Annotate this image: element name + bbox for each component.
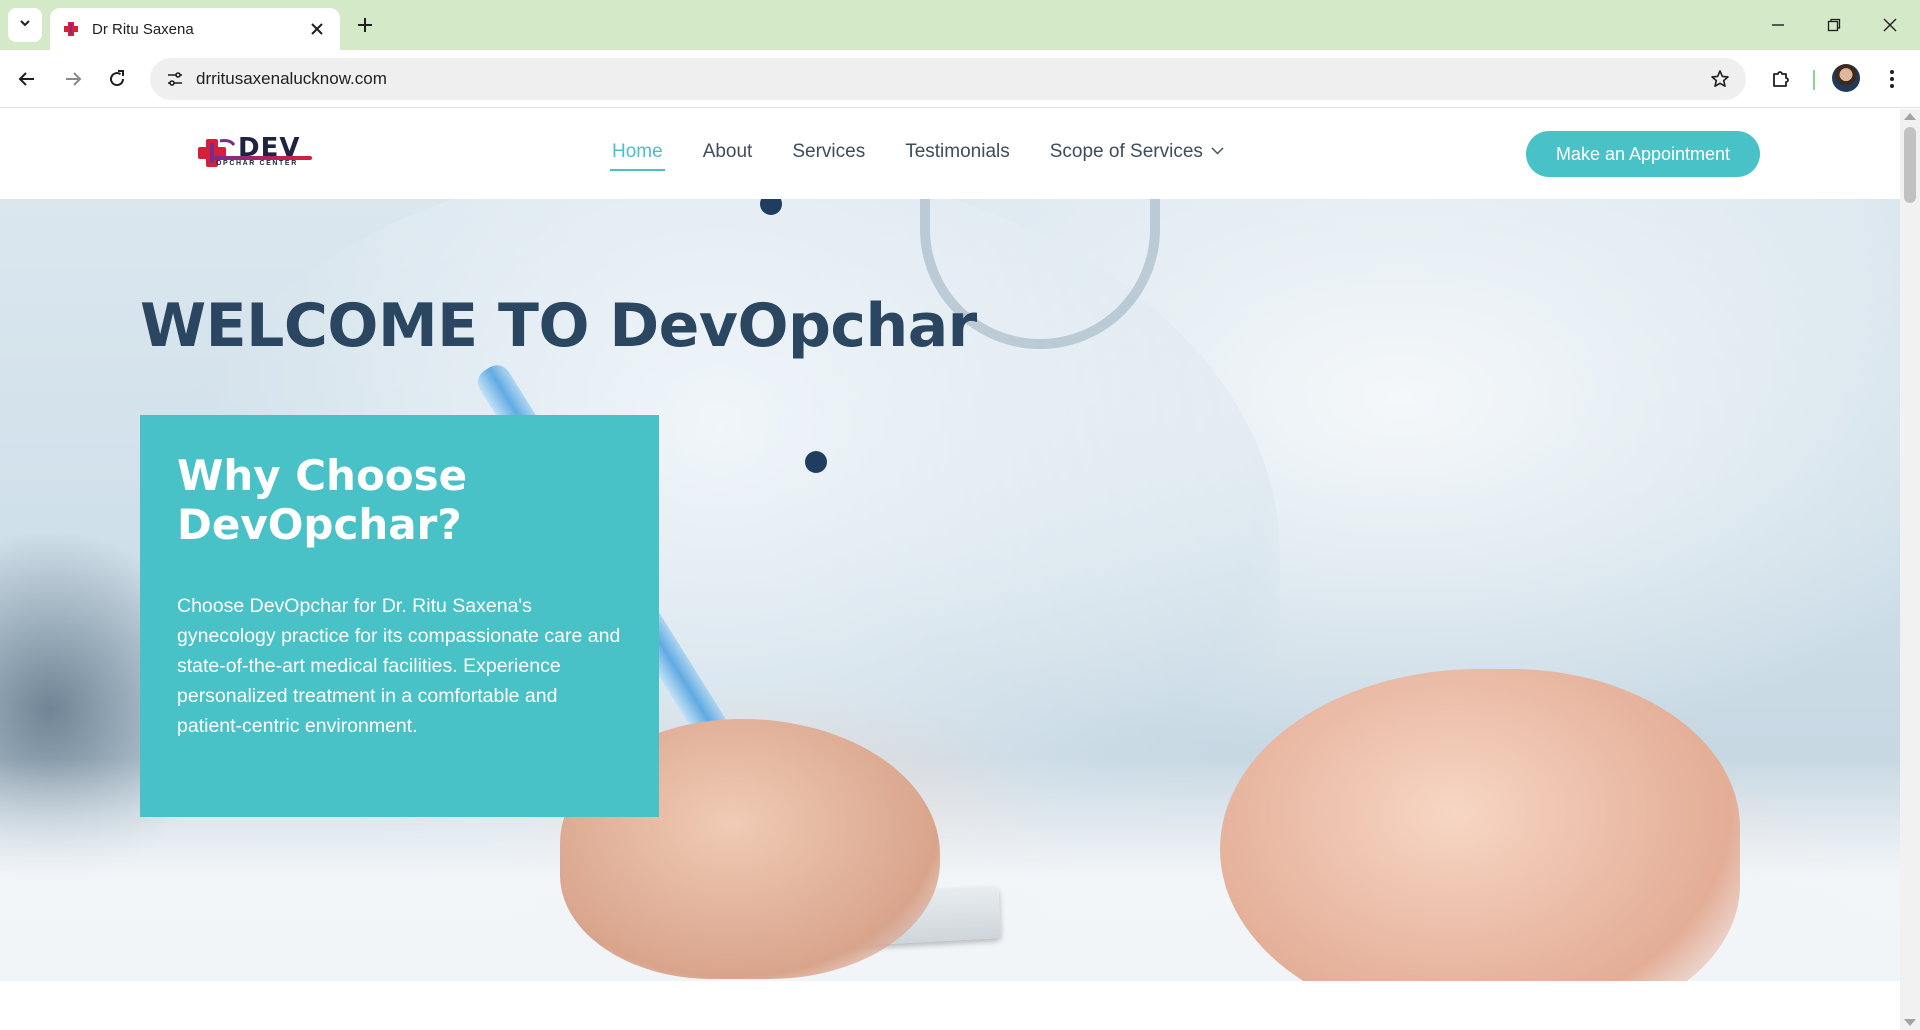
hero-section: WELCOME TO DevOpchar Why Choose DevOpcha… <box>0 199 1900 981</box>
restore-icon <box>1827 18 1841 32</box>
url-text[interactable]: drritusaxenalucknow.com <box>196 69 1700 89</box>
close-icon[interactable] <box>306 18 328 40</box>
why-choose-title: Why Choose DevOpchar? <box>177 451 468 549</box>
chevron-down-icon <box>1211 139 1224 161</box>
forward-button[interactable] <box>58 64 88 94</box>
nav-link-services[interactable]: Services <box>792 141 865 171</box>
plus-cross-favicon-icon <box>62 20 80 38</box>
close-window-icon <box>1883 18 1897 32</box>
tune-icon[interactable] <box>164 68 186 90</box>
minimize-button[interactable] <box>1758 10 1798 40</box>
why-choose-text: Choose DevOpchar for Dr. Ritu Saxena's g… <box>177 595 621 737</box>
close-window-button[interactable] <box>1870 10 1910 40</box>
arrow-right-icon <box>66 72 82 86</box>
make-appointment-button[interactable]: Make an Appointment <box>1526 131 1760 177</box>
kebab-menu-icon <box>1890 70 1894 88</box>
hero-title: WELCOME TO DevOpchar <box>140 291 977 361</box>
scrollbar-thumb[interactable] <box>1904 127 1916 203</box>
site-logo[interactable]: DEV OPCHAR CENTER <box>196 133 314 173</box>
star-icon[interactable] <box>1700 59 1740 99</box>
nav-link-testimonials[interactable]: Testimonials <box>905 141 1010 171</box>
address-bar[interactable]: drritusaxenalucknow.com <box>150 58 1746 100</box>
browser-tab-bar: Dr Ritu Saxena <box>0 0 1920 50</box>
puzzle-icon <box>1773 71 1789 87</box>
reload-icon <box>110 70 125 87</box>
browser-toolbar: drritusaxenalucknow.com <box>0 50 1920 108</box>
minimize-icon <box>1772 24 1784 26</box>
browser-menu-button[interactable] <box>1880 64 1904 94</box>
tab-list-button[interactable] <box>8 8 42 42</box>
restore-button[interactable] <box>1814 10 1854 40</box>
toolbar-separator <box>1813 70 1815 90</box>
scroll-down-arrow-icon[interactable] <box>1904 1019 1916 1026</box>
why-choose-card: Why Choose DevOpchar? Choose DevOpchar f… <box>140 415 659 817</box>
extensions-button[interactable] <box>1766 64 1796 94</box>
site-header: DEV OPCHAR CENTER Home About Services Te… <box>0 109 1900 199</box>
nav-link-home[interactable]: Home <box>610 141 665 171</box>
profile-avatar[interactable] <box>1832 64 1860 92</box>
scroll-up-arrow-icon[interactable] <box>1904 113 1916 120</box>
browser-tab[interactable]: Dr Ritu Saxena <box>50 8 340 50</box>
arrow-left-icon <box>18 72 34 86</box>
reload-button[interactable] <box>102 64 132 94</box>
new-tab-button[interactable] <box>352 12 378 38</box>
back-button[interactable] <box>12 64 42 94</box>
web-page: DEV OPCHAR CENTER Home About Services Te… <box>0 109 1900 1030</box>
page-scrollbar[interactable] <box>1900 109 1920 1030</box>
nav-link-scope-label: Scope of Services <box>1049 141 1203 162</box>
hero-background-hands <box>1220 669 1740 981</box>
chevron-down-icon <box>18 16 32 35</box>
logo-subtext: OPCHAR CENTER <box>216 160 298 167</box>
main-nav: Home About Services Testimonials Scope o… <box>610 141 1264 171</box>
nav-link-scope-of-services[interactable]: Scope of Services <box>1050 141 1224 171</box>
plus-icon <box>358 18 372 32</box>
nav-link-about[interactable]: About <box>703 141 753 171</box>
tab-title: Dr Ritu Saxena <box>92 20 194 38</box>
hero-coat-button <box>805 451 827 473</box>
